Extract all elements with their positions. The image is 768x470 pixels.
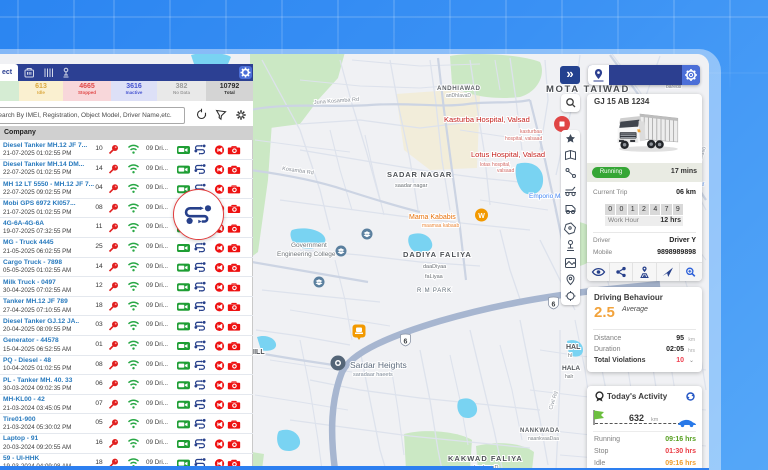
svg-text:Lotus Hospital, Valsad: Lotus Hospital, Valsad (471, 150, 545, 159)
svg-text:SADAR NAGAR: SADAR NAGAR (387, 170, 452, 179)
svg-text:anDhIavaD: anDhIavaD (446, 93, 471, 99)
svg-text:Mama Kababis: Mama Kababis (409, 214, 456, 221)
svg-text:Sardar Heights: Sardar Heights (350, 360, 407, 370)
svg-text:6: 6 (552, 302, 556, 309)
svg-text:daaDiyaa: daaDiyaa (423, 264, 447, 270)
svg-text:kasturbaa: kasturbaa (520, 129, 542, 135)
svg-text:KAKWAD FALIYA: KAKWAD FALIYA (448, 454, 523, 463)
svg-text:naankvaaDaa: naankvaaDaa (528, 436, 559, 442)
svg-text:halr: halr (565, 374, 574, 380)
svg-text:Kasturba Hospital, Valsad: Kasturba Hospital, Valsad (444, 115, 530, 124)
svg-text:saadar nagar: saadar nagar (395, 183, 428, 189)
svg-text:NANKWADA: NANKWADA (520, 428, 560, 434)
svg-text:6: 6 (404, 339, 408, 346)
svg-text:DADIYA FALIYA: DADIYA FALIYA (403, 250, 472, 259)
svg-text:W: W (478, 213, 485, 220)
svg-text:ANDHIAWAD: ANDHIAWAD (437, 85, 481, 92)
svg-text:valsaad: valsaad (497, 168, 514, 174)
svg-text:saradaar haeets: saradaar haeets (353, 372, 393, 378)
svg-text:hl: hl (568, 353, 572, 359)
svg-text:HALA: HALA (562, 365, 580, 372)
svg-text:maamaa kabaab: maamaa kabaab (422, 223, 459, 229)
svg-text:R M PARK: R M PARK (417, 288, 452, 294)
svg-text:faLiyaa: faLiyaa (425, 274, 444, 280)
svg-text:HAL: HAL (566, 344, 581, 351)
svg-text:hospital, valsaad: hospital, valsaad (505, 136, 542, 142)
svg-text:Engineering College: Engineering College (277, 251, 336, 258)
svg-text:Government: Government (291, 242, 327, 249)
